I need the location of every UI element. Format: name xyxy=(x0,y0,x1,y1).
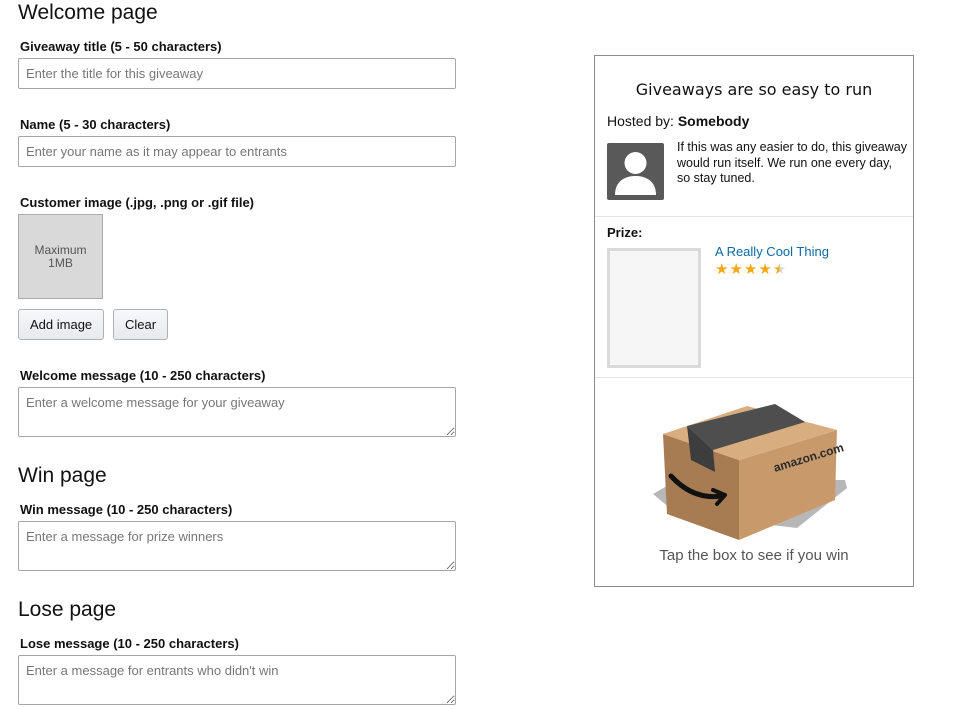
giveaway-title-input[interactable] xyxy=(18,58,456,89)
prize-name-link[interactable]: A Really Cool Thing xyxy=(715,244,829,259)
win-page-heading: Win page xyxy=(18,464,107,487)
preview-title: Giveaways are so easy to run xyxy=(635,80,873,99)
tap-box-hint: Tap the box to see if you win xyxy=(659,547,849,564)
lose-message-label: Lose message (10 - 250 characters) xyxy=(20,636,239,651)
user-silhouette-icon xyxy=(615,152,656,195)
welcome-message-input[interactable] xyxy=(18,387,456,437)
preview-description: If this was any easier to do, this givea… xyxy=(677,140,907,185)
add-image-button[interactable]: Add image xyxy=(18,309,105,340)
clear-image-button[interactable]: Clear xyxy=(113,309,169,340)
prize-image xyxy=(607,248,701,368)
star-icon: ★ xyxy=(743,261,758,278)
star-rating: ★ ★ ★ ★ ★ xyxy=(715,262,786,277)
giveaway-preview-card: Giveaways are so easy to run Hosted by: … xyxy=(594,55,914,587)
name-label: Name (5 - 30 characters) xyxy=(20,117,171,132)
hosted-by-label: Hosted by: xyxy=(607,113,674,129)
half-star-icon: ★ xyxy=(772,261,787,278)
divider xyxy=(595,216,913,217)
star-icon: ★ xyxy=(758,261,772,278)
lose-page-heading: Lose page xyxy=(18,598,117,621)
preview-host: Hosted by: Somebody xyxy=(607,113,749,129)
star-icon: ★ xyxy=(729,261,743,278)
name-input[interactable] xyxy=(18,136,456,167)
welcome-page-heading: Welcome page xyxy=(18,1,158,24)
lose-message-input[interactable] xyxy=(18,655,456,705)
giveaway-title-label: Giveaway title (5 - 50 characters) xyxy=(20,39,222,54)
customer-image-label: Customer image (.jpg, .png or .gif file) xyxy=(20,195,255,210)
win-message-label: Win message (10 - 250 characters) xyxy=(20,502,233,517)
customer-image-placeholder: Maximum 1MB xyxy=(18,214,103,299)
divider xyxy=(595,377,913,378)
prize-label: Prize: xyxy=(607,225,643,240)
amazon-box-icon[interactable]: amazon.com xyxy=(647,402,857,542)
star-icon: ★ xyxy=(715,261,729,278)
win-message-input[interactable] xyxy=(18,521,456,571)
welcome-message-label: Welcome message (10 - 250 characters) xyxy=(20,368,266,383)
image-size-note: Maximum 1MB xyxy=(34,242,87,270)
giveaway-box[interactable]: amazon.com xyxy=(647,402,857,542)
avatar xyxy=(607,143,664,200)
host-name: Somebody xyxy=(677,113,750,129)
